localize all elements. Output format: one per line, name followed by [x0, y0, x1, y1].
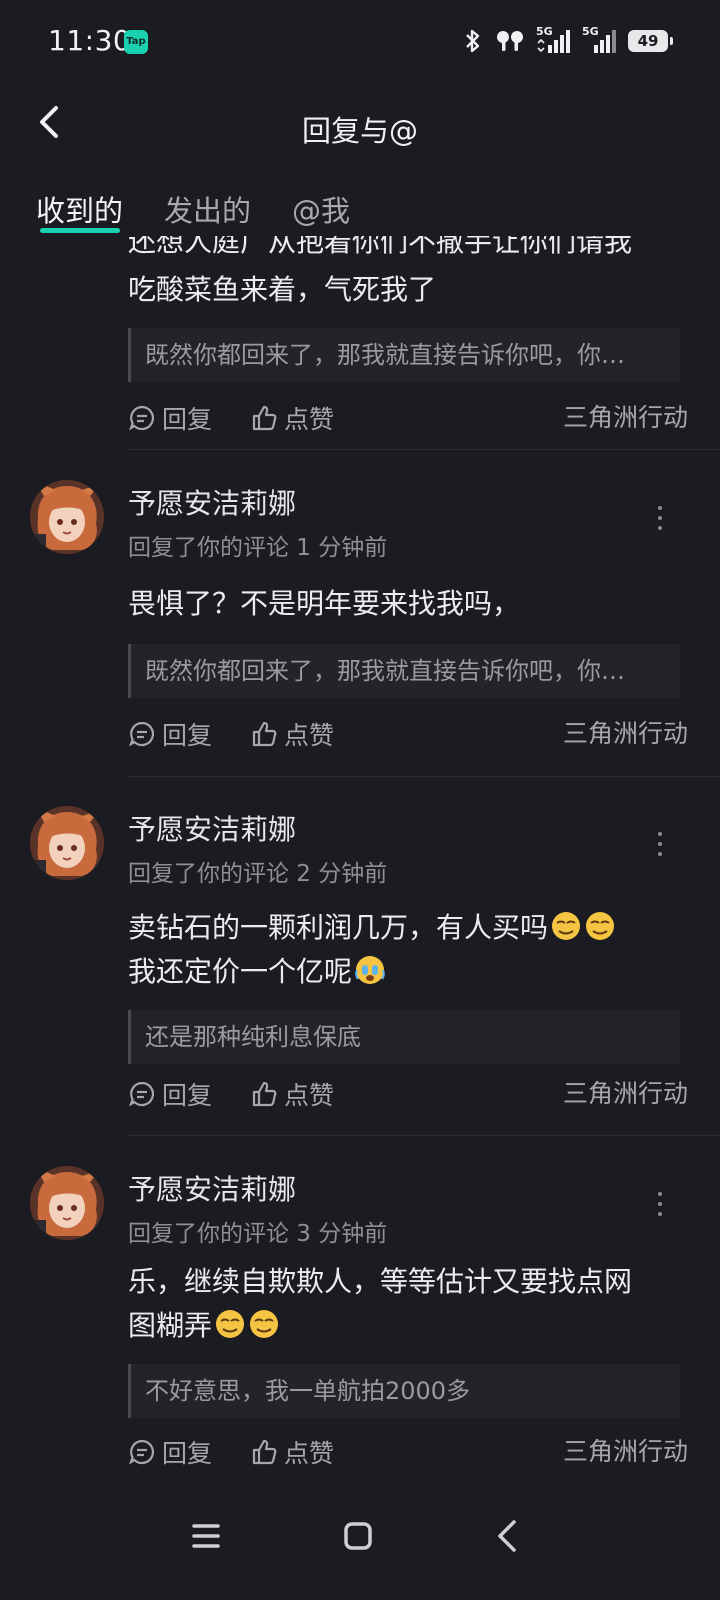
avatar[interactable]: [30, 806, 104, 880]
status-bar: 11:30 Tap 5G 5G 49: [0, 0, 720, 84]
reply-button[interactable]: 回复: [128, 1076, 212, 1112]
thumbs-up-icon: [252, 1439, 277, 1465]
tab-bar: 收到的 发出的 @我: [0, 172, 720, 236]
comment-text-line: 图糊弄: [128, 1306, 280, 1346]
username[interactable]: 予愿安洁莉娜: [128, 482, 296, 522]
like-button[interactable]: 点赞: [250, 1434, 334, 1470]
signal-2: 5G: [582, 25, 618, 55]
quoted-comment[interactable]: 不好意思，我一单航拍2000多: [128, 1364, 680, 1418]
action-row: 回复 点赞 三角洲行动: [128, 400, 688, 436]
reply-meta: 回复了你的评论 3 分钟前: [128, 1221, 388, 1247]
more-vertical-icon[interactable]: [656, 1192, 664, 1220]
quoted-comment[interactable]: 既然你都回来了，那我就直接告诉你吧，你…: [128, 644, 680, 698]
system-nav-bar: [0, 1476, 720, 1600]
back-triangle-icon[interactable]: [480, 1512, 536, 1560]
reply-label: 回复: [162, 405, 213, 434]
reply-button[interactable]: 回复: [128, 716, 212, 752]
action-row: 回复 点赞 三角洲行动: [128, 1076, 688, 1112]
top-app-bar: 回复与@: [0, 84, 720, 172]
tab-sent[interactable]: 发出的: [164, 188, 251, 230]
status-icons: 5G 5G 49: [462, 25, 673, 56]
comment-icon: [128, 1081, 154, 1107]
smirk-emoji-icon: [552, 912, 581, 940]
comment-text: 卖钻石的一颗利润几万，有人买吗: [128, 911, 549, 944]
game-tag[interactable]: 三角洲行动: [563, 716, 688, 752]
comment-text: 我还定价一个亿呢: [128, 955, 353, 988]
thumbs-up-icon: [252, 405, 277, 431]
like-label: 点赞: [284, 721, 335, 750]
avatar-image-icon: [30, 806, 104, 880]
comment-text-line: 卖钻石的一颗利润几万，有人买吗: [128, 908, 616, 948]
username[interactable]: 予愿安洁莉娜: [128, 808, 296, 848]
smirk-emoji-icon: [216, 1310, 245, 1338]
comment-icon: [128, 721, 154, 747]
more-vertical-icon[interactable]: [656, 506, 664, 534]
divider: [128, 1135, 720, 1136]
signal-icon: [594, 30, 616, 53]
earbuds-icon: [497, 31, 523, 51]
quoted-comment[interactable]: 既然你都回来了，那我就直接告诉你吧，你…: [128, 328, 680, 382]
home-square-icon[interactable]: [330, 1512, 386, 1560]
avatar-image-icon: [30, 480, 104, 554]
game-tag[interactable]: 三角洲行动: [563, 1434, 688, 1470]
bluetooth-icon: [466, 29, 480, 53]
game-tag[interactable]: 三角洲行动: [563, 1076, 688, 1112]
game-tag[interactable]: 三角洲行动: [563, 400, 688, 436]
comment-text-line: 还想人庭广从抱着你们不撒手让你们请我: [128, 236, 633, 258]
reply-button[interactable]: 回复: [128, 400, 212, 436]
tap-app-badge: Tap: [124, 30, 148, 54]
comment-text: 图糊弄: [128, 1309, 213, 1342]
like-button[interactable]: 点赞: [250, 1076, 334, 1112]
tab-mentions[interactable]: @我: [292, 188, 350, 230]
tab-received[interactable]: 收到的: [36, 188, 123, 230]
page-title: 回复与@: [301, 114, 418, 148]
comment-text-line: 我还定价一个亿呢: [128, 952, 386, 992]
reply-button[interactable]: 回复: [128, 1434, 212, 1470]
username[interactable]: 予愿安洁莉娜: [128, 1168, 296, 1208]
comment-text-line: 吃酸菜鱼来着，气死我了: [128, 273, 437, 306]
avatar[interactable]: [30, 1166, 104, 1240]
comment-text-line: 乐，继续自欺欺人，等等估计又要找点网: [128, 1265, 633, 1298]
crying-emoji-icon: [355, 956, 385, 984]
like-label: 点赞: [284, 1081, 335, 1110]
smirk-emoji-icon: [250, 1310, 279, 1338]
divider: [128, 449, 720, 450]
smirk-emoji-icon: [586, 912, 615, 940]
more-vertical-icon[interactable]: [656, 832, 664, 860]
signal-icon: [537, 30, 570, 53]
status-time: 11:30: [48, 24, 132, 57]
avatar[interactable]: [30, 480, 104, 554]
reply-label: 回复: [162, 1081, 213, 1110]
reply-meta: 回复了你的评论 2 分钟前: [128, 861, 388, 887]
reply-list[interactable]: 还想人庭广从抱着你们不撒手让你们请我 吃酸菜鱼来着，气死我了 既然你都回来了，那…: [0, 236, 720, 1476]
action-row: 回复 点赞 三角洲行动: [128, 716, 688, 752]
avatar-image-icon: [30, 1166, 104, 1240]
like-label: 点赞: [284, 1439, 335, 1468]
active-tab-indicator: [40, 228, 120, 233]
thumbs-up-icon: [252, 1081, 277, 1107]
quoted-comment[interactable]: 还是那种纯利息保底: [128, 1010, 680, 1064]
menu-icon[interactable]: [178, 1512, 234, 1560]
reply-label: 回复: [162, 1439, 213, 1468]
battery-indicator: 49: [628, 30, 673, 52]
comment-icon: [128, 1439, 154, 1465]
comment-icon: [128, 405, 154, 431]
action-row: 回复 点赞 三角洲行动: [128, 1434, 688, 1470]
like-label: 点赞: [284, 405, 335, 434]
divider: [128, 776, 720, 777]
thumbs-up-icon: [252, 721, 277, 747]
like-button[interactable]: 点赞: [250, 716, 334, 752]
signal-1: 5G: [536, 25, 572, 55]
reply-label: 回复: [162, 721, 213, 750]
comment-text-line: 畏惧了？不是明年要来找我吗，: [128, 587, 521, 620]
reply-meta: 回复了你的评论 1 分钟前: [128, 535, 388, 561]
like-button[interactable]: 点赞: [250, 400, 334, 436]
